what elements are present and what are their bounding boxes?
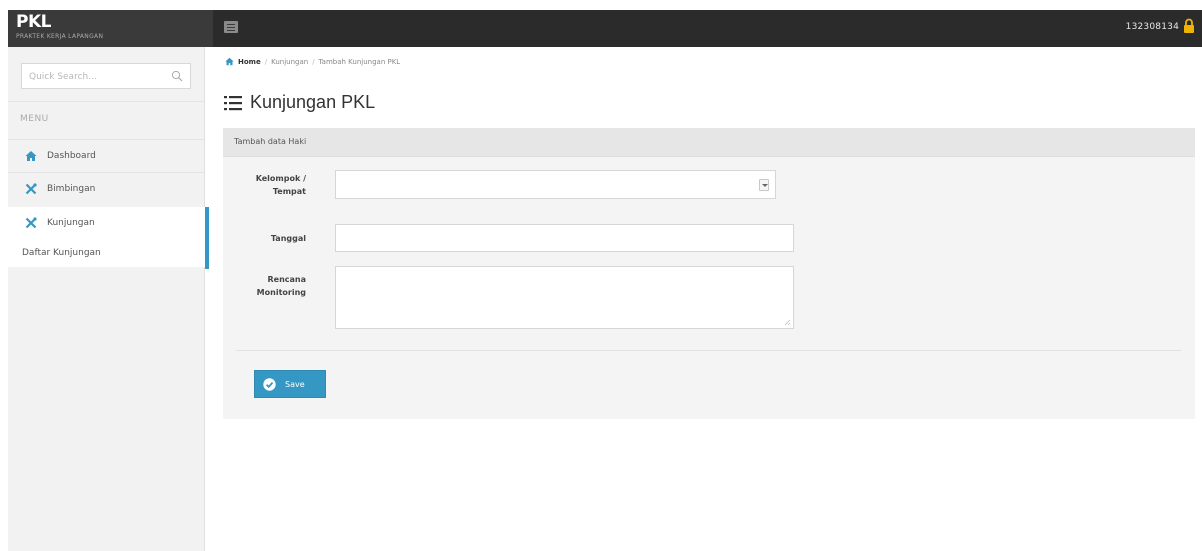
sidebar-item-dashboard[interactable]: Dashboard (8, 140, 205, 172)
tools-icon (25, 217, 37, 229)
label-line: Rencana (267, 275, 306, 284)
app-title: PKL (16, 12, 51, 32)
page-title: Kunjungan PKL (224, 92, 375, 113)
sidebar-item-bimbingan[interactable]: Bimbingan (8, 173, 205, 205)
sidebar-item-kunjungan[interactable]: Kunjungan (8, 207, 205, 239)
check-circle-icon (263, 377, 276, 391)
tools-icon (25, 183, 37, 195)
breadcrumb-item: Tambah Kunjungan PKL (318, 57, 401, 66)
sidebar-subitem-daftar-kunjungan[interactable]: Daftar Kunjungan (22, 248, 101, 258)
tanggal-label: Tanggal (270, 234, 306, 243)
breadcrumb-separator: / (312, 57, 315, 66)
label-line: Tempat (272, 187, 306, 196)
menu-heading: MENU (20, 114, 49, 124)
label-line: Kelompok / (255, 174, 306, 183)
top-navbar: PKL PRAKTEK KERJA LAPANGAN 132308134 (8, 10, 1202, 47)
active-indicator (205, 207, 209, 269)
divider (8, 101, 205, 102)
label-line: Monitoring (256, 288, 306, 297)
app-subtitle: PRAKTEK KERJA LAPANGAN (16, 33, 104, 40)
form-divider (236, 350, 1181, 351)
quick-search (21, 63, 191, 89)
sidebar-item-label: Bimbingan (47, 184, 96, 194)
brand-logo[interactable]: PKL PRAKTEK KERJA LAPANGAN (8, 10, 213, 47)
rencana-label: Rencana Monitoring (233, 273, 306, 299)
page-title-text: Kunjungan PKL (250, 92, 376, 112)
home-icon (225, 57, 234, 66)
sidebar: MENU Dashboard Bimbingan Kunjungan Dafta… (8, 47, 209, 551)
kelompok-label: Kelompok / Tempat (233, 172, 306, 198)
save-button[interactable]: Save (254, 370, 326, 398)
hamburger-menu-icon[interactable] (224, 21, 238, 33)
list-icon (224, 95, 242, 110)
breadcrumb: Home / Kunjungan / Tambah Kunjungan PKL (225, 57, 400, 66)
search-input[interactable] (22, 65, 162, 89)
tanggal-field[interactable] (335, 224, 794, 252)
search-icon[interactable] (171, 70, 183, 82)
home-icon (25, 151, 37, 161)
user-id-label[interactable]: 132308134 (1126, 22, 1179, 32)
breadcrumb-item[interactable]: Kunjungan (271, 58, 308, 66)
kelompok-select[interactable] (335, 170, 776, 199)
lock-icon[interactable] (1183, 18, 1195, 34)
panel-header: Tambah data Haki (223, 128, 1195, 157)
rencana-textarea[interactable] (335, 266, 794, 329)
sidebar-item-label: Dashboard (47, 151, 96, 161)
sidebar-item-label: Kunjungan (47, 218, 95, 228)
chevron-down-icon[interactable] (759, 179, 769, 191)
breadcrumb-home[interactable]: Home (238, 58, 261, 66)
save-label: Save (285, 379, 305, 389)
form-panel: Tambah data Haki Kelompok / Tempat Tangg… (223, 128, 1195, 419)
resize-grip-icon[interactable] (784, 319, 791, 326)
breadcrumb-separator: / (264, 57, 268, 66)
